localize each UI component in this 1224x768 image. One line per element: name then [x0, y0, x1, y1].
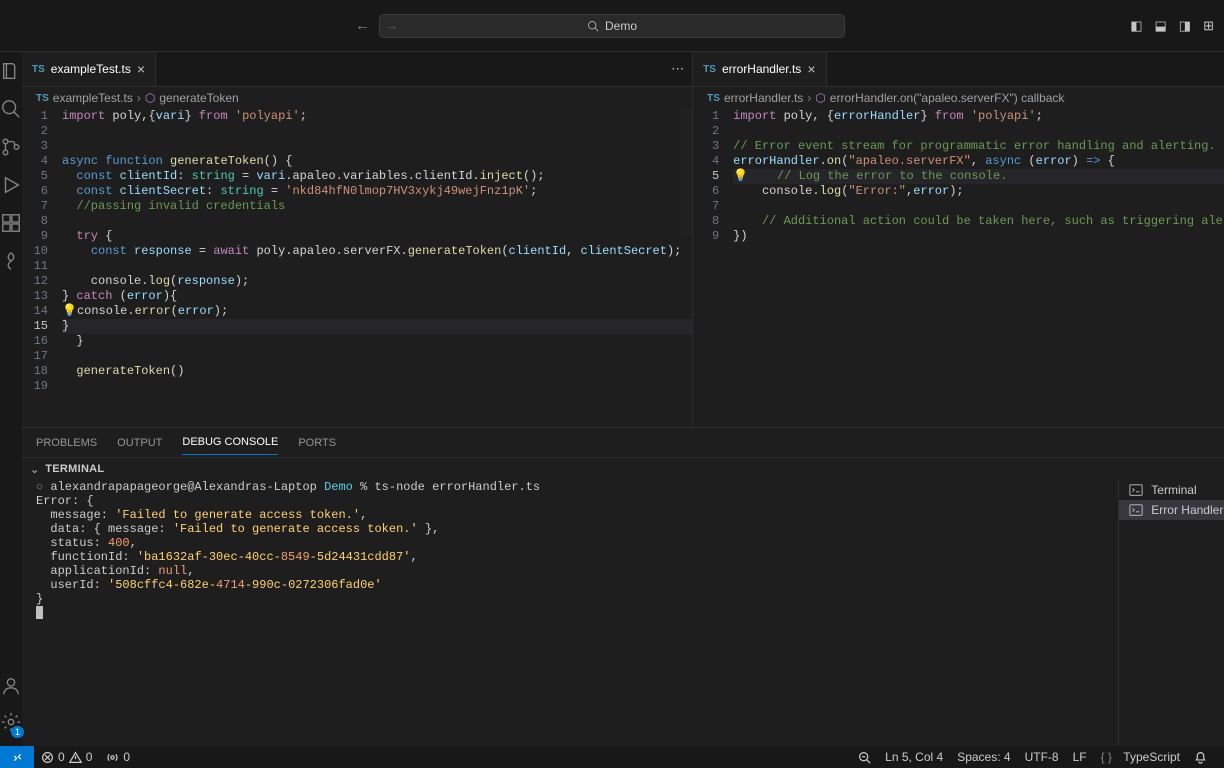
- ts-icon: TS: [32, 64, 45, 75]
- terminal-icon: [1129, 503, 1143, 517]
- nav-forward-icon[interactable]: →: [384, 17, 399, 34]
- activity-bar: 1: [0, 52, 22, 746]
- layout-sidebar-left-icon[interactable]: ◧: [1130, 18, 1142, 34]
- terminal-entry-label: Error Handler: [1151, 503, 1223, 517]
- breadcrumb-left[interactable]: TS exampleTest.ts › ⬡ generateToken: [22, 87, 692, 109]
- terminal-label: TERMINAL: [45, 463, 104, 475]
- command-center[interactable]: Demo: [379, 14, 845, 38]
- terminal-icon: [1129, 483, 1143, 497]
- indentation-status[interactable]: Spaces: 4: [950, 750, 1017, 764]
- title-bar: ← → Demo ◧ ⬓ ◨ ⊞: [0, 0, 1224, 52]
- accounts-icon[interactable]: [0, 675, 22, 697]
- tab-overflow-icon[interactable]: ⋯: [671, 61, 684, 77]
- terminal-entry-2[interactable]: Error Handler: [1119, 500, 1224, 520]
- close-icon[interactable]: ×: [137, 61, 145, 77]
- explorer-icon[interactable]: [0, 60, 22, 82]
- breadcrumb-symbol: generateToken: [159, 91, 238, 105]
- warning-count: 0: [86, 750, 93, 764]
- notifications-icon[interactable]: [1187, 751, 1214, 764]
- zoom-icon: [858, 751, 871, 764]
- run-debug-icon[interactable]: [0, 174, 22, 196]
- debug-console-tab[interactable]: DEBUG CONSOLE: [182, 430, 278, 455]
- problems-tab[interactable]: PROBLEMS: [36, 431, 97, 455]
- layout-panel-icon[interactable]: ⬓: [1155, 18, 1167, 34]
- bottom-panel: PROBLEMS OUTPUT DEBUG CONSOLE PORTS ⌃ × …: [22, 428, 1224, 746]
- status-bar: 0 0 0 Ln 5, Col 4 Spaces: 4 UTF-8 LF { }…: [0, 746, 1224, 768]
- cursor-position[interactable]: Ln 5, Col 4: [878, 750, 950, 764]
- breadcrumb-right[interactable]: TS errorHandler.ts › ⬡ errorHandler.on("…: [693, 87, 1224, 109]
- tab-label: errorHandler.ts: [722, 62, 801, 76]
- language-mode[interactable]: { } TypeScript: [1094, 750, 1187, 764]
- code-editor-left[interactable]: 12345678910111213141516171819 import pol…: [22, 109, 692, 427]
- source-control-icon[interactable]: [0, 136, 22, 158]
- problems-status[interactable]: 0 0: [34, 750, 99, 764]
- ports-count: 0: [123, 750, 130, 764]
- terminal-entry-label: Terminal: [1151, 483, 1196, 497]
- terminal-output[interactable]: ○ alexandrapapageorge@Alexandras-Laptop …: [22, 480, 1118, 746]
- code-editor-right[interactable]: 123456789 import poly, {errorHandler} fr…: [693, 109, 1224, 427]
- terminal-list: Terminal ◫ Error Handler: [1118, 480, 1224, 746]
- search-icon: [587, 20, 599, 32]
- broadcast-icon: [106, 751, 119, 764]
- command-center-text: Demo: [605, 19, 637, 33]
- breadcrumb-symbol: errorHandler.on("apaleo.serverFX") callb…: [830, 91, 1065, 105]
- editor-pane-left: TS exampleTest.ts × ⋯ TS exampleTest.ts …: [22, 52, 693, 427]
- layout-customize-icon[interactable]: ⊞: [1203, 18, 1214, 34]
- ts-icon: TS: [707, 93, 720, 104]
- nav-back-icon[interactable]: ←: [355, 17, 370, 34]
- encoding-status[interactable]: UTF-8: [1018, 750, 1066, 764]
- tab-label: exampleTest.ts: [51, 62, 131, 76]
- breadcrumb-file: exampleTest.ts: [53, 91, 133, 105]
- panel-tabs: PROBLEMS OUTPUT DEBUG CONSOLE PORTS ⌃ ×: [22, 428, 1224, 458]
- settings-gear[interactable]: 1: [0, 711, 22, 736]
- ports-status[interactable]: 0: [99, 750, 137, 764]
- editor-pane-right: TS errorHandler.ts × ◫ ⋯ TS errorHandler…: [693, 52, 1224, 427]
- terminal-entry-1[interactable]: Terminal ◫: [1119, 480, 1224, 500]
- zoom-status[interactable]: [851, 751, 878, 764]
- minimap[interactable]: [680, 109, 692, 427]
- terminal-header[interactable]: ⌄ TERMINAL + ⌄ ⋯ ›: [22, 458, 1224, 480]
- ts-icon: TS: [703, 64, 716, 75]
- eol-status[interactable]: LF: [1066, 750, 1094, 764]
- tab-exampletest[interactable]: TS exampleTest.ts ×: [22, 52, 156, 86]
- extensions-icon[interactable]: [0, 212, 22, 234]
- error-icon: [41, 751, 54, 764]
- remote-button[interactable]: [0, 746, 34, 768]
- search-icon[interactable]: [0, 98, 22, 120]
- layout-sidebar-right-icon[interactable]: ◨: [1179, 18, 1191, 34]
- error-count: 0: [58, 750, 65, 764]
- close-icon[interactable]: ×: [807, 61, 815, 77]
- chevron-down-icon: ⌄: [30, 463, 39, 476]
- output-tab[interactable]: OUTPUT: [117, 431, 162, 455]
- tab-errorhandler[interactable]: TS errorHandler.ts ×: [693, 52, 826, 86]
- ports-tab[interactable]: PORTS: [298, 431, 336, 455]
- poly-icon[interactable]: [0, 250, 22, 272]
- settings-badge: 1: [11, 726, 24, 738]
- ts-icon: TS: [36, 93, 49, 104]
- warning-icon: [69, 751, 82, 764]
- breadcrumb-file: errorHandler.ts: [724, 91, 803, 105]
